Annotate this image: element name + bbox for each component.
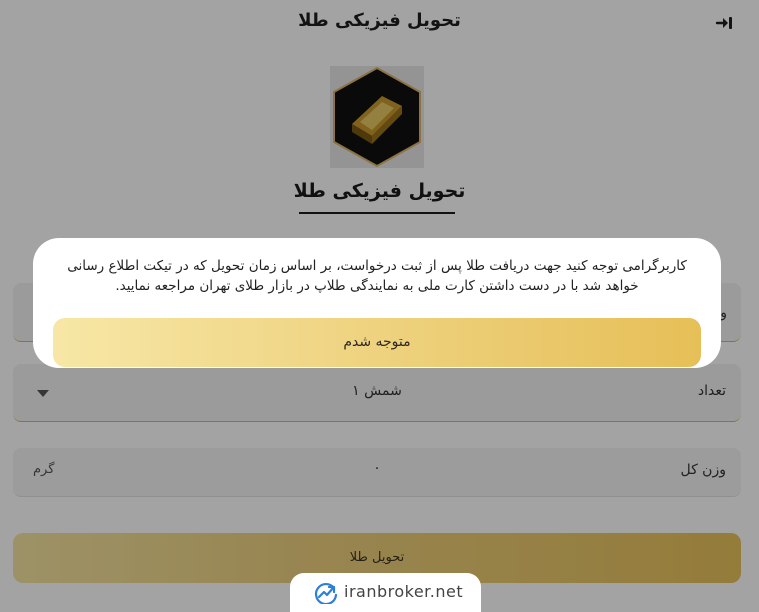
watermark-text: iranbroker.net bbox=[344, 582, 464, 601]
watermark-badge: iranbroker.net bbox=[290, 573, 481, 612]
confirm-button[interactable]: متوجه شدم bbox=[53, 318, 701, 367]
dialog-message: کاربرگرامی توجه کنید جهت دریافت طلا پس ا… bbox=[67, 258, 687, 294]
notice-dialog: کاربرگرامی توجه کنید جهت دریافت طلا پس ا… bbox=[33, 238, 721, 368]
trend-chart-icon bbox=[314, 582, 338, 604]
